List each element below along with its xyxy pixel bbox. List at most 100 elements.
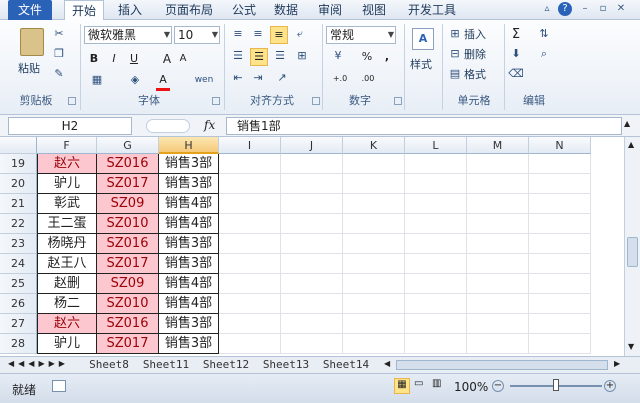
delete-cells-button[interactable]: 删除 (464, 46, 486, 62)
column-header-l[interactable]: L (405, 137, 467, 154)
tab-developer[interactable]: 开发工具 (400, 0, 464, 20)
cell-i22[interactable] (219, 214, 281, 234)
cell-h20[interactable]: 销售3部 (159, 174, 219, 194)
cell-l27[interactable] (405, 314, 467, 334)
cell-k21[interactable] (343, 194, 405, 214)
scroll-right-icon[interactable]: ▶ (614, 359, 620, 368)
cell-j24[interactable] (281, 254, 343, 274)
font-color-icon[interactable]: A (156, 72, 170, 91)
currency-icon[interactable]: ¥ (328, 48, 348, 64)
tab-review[interactable]: 审阅 (312, 0, 348, 20)
italic-button[interactable]: I (106, 50, 122, 68)
sheet-tab-sheet12[interactable]: Sheet12 (196, 357, 256, 373)
cell-l28[interactable] (405, 334, 467, 354)
row-header[interactable]: 23 (0, 234, 37, 254)
row-header[interactable]: 19 (0, 154, 37, 174)
cell-n22[interactable] (529, 214, 591, 234)
sheet-tab-sheet11[interactable]: Sheet11 (136, 357, 196, 373)
cell-f24[interactable]: 赵王八 (37, 254, 97, 274)
cell-n27[interactable] (529, 314, 591, 334)
restore-icon[interactable]: ▫ (596, 2, 610, 16)
cell-l20[interactable] (405, 174, 467, 194)
cell-h27[interactable]: 销售3部 (159, 314, 219, 334)
cell-k19[interactable] (343, 154, 405, 174)
format-cells-button[interactable]: 格式 (464, 66, 486, 82)
cell-j19[interactable] (281, 154, 343, 174)
cell-g26[interactable]: SZ010 (97, 294, 159, 314)
tab-home[interactable]: 开始 (64, 0, 104, 21)
cell-h25[interactable]: 销售4部 (159, 274, 219, 294)
cell-n23[interactable] (529, 234, 591, 254)
orientation-icon[interactable]: ↗ (274, 70, 290, 86)
cell-l23[interactable] (405, 234, 467, 254)
styles-icon[interactable]: A (412, 28, 434, 50)
underline-button[interactable]: U (126, 50, 142, 68)
row-header[interactable]: 20 (0, 174, 37, 194)
clipboard-launcher-icon[interactable] (68, 97, 76, 105)
cell-i27[interactable] (219, 314, 281, 334)
cell-g20[interactable]: SZ017 (97, 174, 159, 194)
help-icon[interactable]: ? (558, 2, 572, 16)
cell-m25[interactable] (467, 274, 529, 294)
column-header-i[interactable]: I (219, 137, 281, 154)
cell-m22[interactable] (467, 214, 529, 234)
cell-i19[interactable] (219, 154, 281, 174)
cell-h26[interactable]: 销售4部 (159, 294, 219, 314)
cell-n25[interactable] (529, 274, 591, 294)
cell-n21[interactable] (529, 194, 591, 214)
find-select-icon[interactable]: ⌕ (536, 46, 552, 62)
cell-h28[interactable]: 销售3部 (159, 334, 219, 354)
cell-h19[interactable]: 销售3部 (159, 154, 219, 174)
format-cells-icon[interactable]: ▤ (448, 66, 462, 82)
fill-icon[interactable]: ⬇ (508, 46, 524, 62)
sheet-nav-icon[interactable]: ◀◀◀▶▶▶ (8, 359, 69, 368)
align-right-icon[interactable]: ☰ (272, 48, 288, 64)
cell-k20[interactable] (343, 174, 405, 194)
cell-l24[interactable] (405, 254, 467, 274)
fill-color-icon[interactable]: ◈ (128, 72, 142, 88)
collapse-ribbon-icon[interactable]: ▵ (540, 2, 554, 16)
cell-k25[interactable] (343, 274, 405, 294)
row-header[interactable]: 24 (0, 254, 37, 274)
tab-insert[interactable]: 插入 (110, 0, 150, 20)
insert-function-icon[interactable]: fx (204, 118, 215, 132)
cell-k22[interactable] (343, 214, 405, 234)
cell-l25[interactable] (405, 274, 467, 294)
cell-m27[interactable] (467, 314, 529, 334)
font-launcher-icon[interactable] (212, 97, 220, 105)
insert-cells-icon[interactable]: ⊞ (448, 26, 462, 42)
column-header-h[interactable]: H (159, 137, 219, 154)
cell-j21[interactable] (281, 194, 343, 214)
cell-n19[interactable] (529, 154, 591, 174)
sort-filter-icon[interactable]: ⇅ (536, 26, 552, 42)
increase-indent-icon[interactable]: ⇥ (250, 70, 266, 86)
grow-font-button[interactable]: A (160, 50, 174, 68)
zoom-in-icon[interactable]: + (604, 380, 616, 392)
formula-bar-resize[interactable] (146, 119, 190, 133)
align-middle-icon[interactable]: ≡ (250, 26, 266, 42)
scroll-up-icon[interactable]: ▲ (628, 140, 634, 149)
horizontal-scrollbar[interactable] (396, 360, 608, 370)
tab-view[interactable]: 视图 (356, 0, 392, 20)
autosum-button[interactable]: Σ (508, 26, 524, 44)
cell-j22[interactable] (281, 214, 343, 234)
cell-j23[interactable] (281, 234, 343, 254)
cell-g27[interactable]: SZ016 (97, 314, 159, 334)
cell-m19[interactable] (467, 154, 529, 174)
increase-decimal-button[interactable]: +.0 (328, 70, 352, 88)
cell-g25[interactable]: SZ09 (97, 274, 159, 294)
cell-l26[interactable] (405, 294, 467, 314)
alignment-launcher-icon[interactable] (312, 97, 320, 105)
cell-g24[interactable]: SZ017 (97, 254, 159, 274)
cell-h24[interactable]: 销售3部 (159, 254, 219, 274)
cell-f19[interactable]: 赵六 (37, 154, 97, 174)
vertical-scrollbar[interactable]: ▲ ▼ (624, 137, 640, 356)
row-header[interactable]: 27 (0, 314, 37, 334)
tab-page-layout[interactable]: 页面布局 (158, 0, 220, 20)
minimize-icon[interactable]: – (578, 2, 592, 16)
cell-f28[interactable]: 驴儿 (37, 334, 97, 354)
sheet-tab-sheet8[interactable]: Sheet8 (80, 357, 138, 373)
insert-cells-button[interactable]: 插入 (464, 26, 486, 42)
normal-view-icon[interactable]: ▦ (394, 378, 410, 394)
vertical-scroll-thumb[interactable] (627, 237, 638, 267)
